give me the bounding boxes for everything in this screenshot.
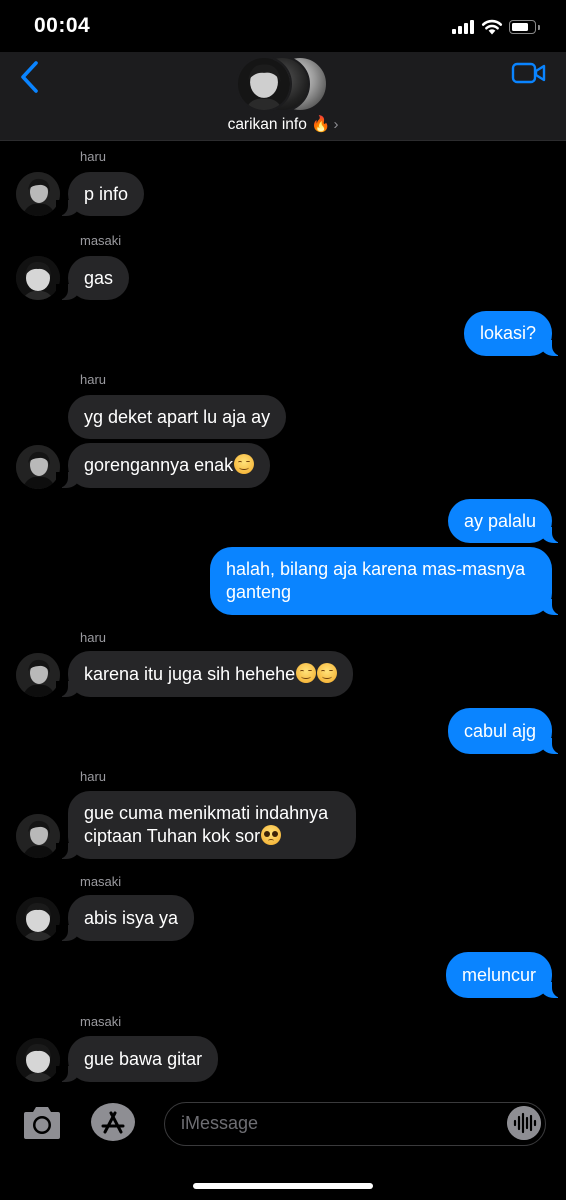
battery-icon	[509, 20, 540, 34]
message-bubble[interactable]: ay palalu	[447, 499, 565, 543]
message-text: gue bawa gitar	[84, 1048, 203, 1069]
avatar-masaki[interactable]	[16, 256, 60, 300]
sender-name: haru	[80, 769, 107, 784]
message-bubble[interactable]: halah, bilang aja karena mas-masnya gant…	[210, 547, 564, 615]
back-chevron-icon[interactable]	[18, 60, 42, 94]
message-bubble[interactable]: meluncur	[445, 952, 565, 998]
message-text: meluncur	[461, 964, 536, 985]
group-name-button[interactable]: carikan info 🔥 ›	[0, 115, 566, 134]
group-name: carikan info 🔥	[227, 116, 331, 133]
avatar-masaki[interactable]	[16, 1038, 60, 1082]
smiling-face-icon	[296, 662, 317, 683]
status-time: 00:04	[34, 14, 91, 37]
avatar-haru[interactable]	[16, 653, 60, 697]
message-text: abis isya ya	[84, 907, 179, 928]
home-indicator[interactable]	[193, 1183, 373, 1189]
message-bubble[interactable]: yg deket apart lu aja ay	[68, 395, 287, 439]
message-bubble[interactable]: gue cuma menikmati indahnya ciptaan Tuha…	[56, 791, 356, 859]
message-text: yg deket apart lu aja ay	[84, 406, 271, 427]
status-bar: 00:04	[0, 0, 566, 52]
message-bubble[interactable]: gue bawa gitar	[55, 1036, 219, 1082]
message-text: p info	[84, 183, 129, 204]
message-bubble[interactable]: gorengannya enak	[55, 443, 271, 488]
group-member-avatar	[236, 56, 292, 112]
sender-name: haru	[80, 372, 107, 387]
message-bubble[interactable]: karena itu juga sih hehehe	[55, 651, 354, 697]
message-text: lokasi?	[479, 323, 536, 343]
sender-name: haru	[80, 149, 107, 164]
message-text: gorengannya enak	[84, 455, 234, 475]
pleading-face-icon	[261, 825, 282, 845]
message-text: karena itu juga sih hehehe	[84, 663, 296, 684]
sender-name: masaki	[80, 874, 122, 889]
avatar-haru[interactable]	[16, 445, 60, 489]
message-text: gue cuma menikmati indahnya ciptaan Tuha…	[84, 803, 329, 846]
cellular-signal-icon	[452, 20, 476, 34]
message-bubble[interactable]: cabul ajg	[447, 708, 565, 754]
sender-name: haru	[80, 630, 107, 645]
sender-name: masaki	[80, 233, 122, 248]
avatar-masaki[interactable]	[16, 897, 60, 941]
message-bubble[interactable]: abis isya ya	[55, 895, 195, 941]
avatar-haru[interactable]	[16, 172, 60, 216]
message-input-field[interactable]	[164, 1102, 546, 1146]
conversation-header: carikan info 🔥 ›	[0, 52, 566, 141]
message-text: gas	[84, 267, 114, 288]
avatar-haru[interactable]	[16, 814, 60, 858]
message-text: ay palalu	[463, 510, 536, 531]
chevron-right-icon: ›	[333, 116, 339, 133]
app-store-icon[interactable]	[90, 1102, 136, 1142]
message-bubble[interactable]: p info	[55, 172, 145, 216]
message-text: halah, bilang aja karena mas-masnya gant…	[226, 559, 526, 602]
message-text: cabul ajg	[463, 720, 536, 741]
message-input[interactable]	[181, 1103, 501, 1144]
audio-waveform-icon[interactable]	[507, 1106, 541, 1140]
camera-icon[interactable]	[20, 1105, 64, 1141]
message-bubble[interactable]: gas	[55, 256, 130, 300]
smiling-face-icon	[234, 454, 255, 474]
message-thread[interactable]: haru p info masaki gas lokasi? haru yg d…	[0, 141, 566, 1090]
sender-name: masaki	[80, 1014, 122, 1029]
wifi-icon	[481, 19, 503, 35]
video-camera-icon[interactable]	[511, 61, 547, 85]
message-bubble[interactable]: lokasi?	[463, 311, 565, 356]
smiling-face-icon	[317, 662, 338, 683]
group-avatar-stack[interactable]	[236, 56, 332, 112]
